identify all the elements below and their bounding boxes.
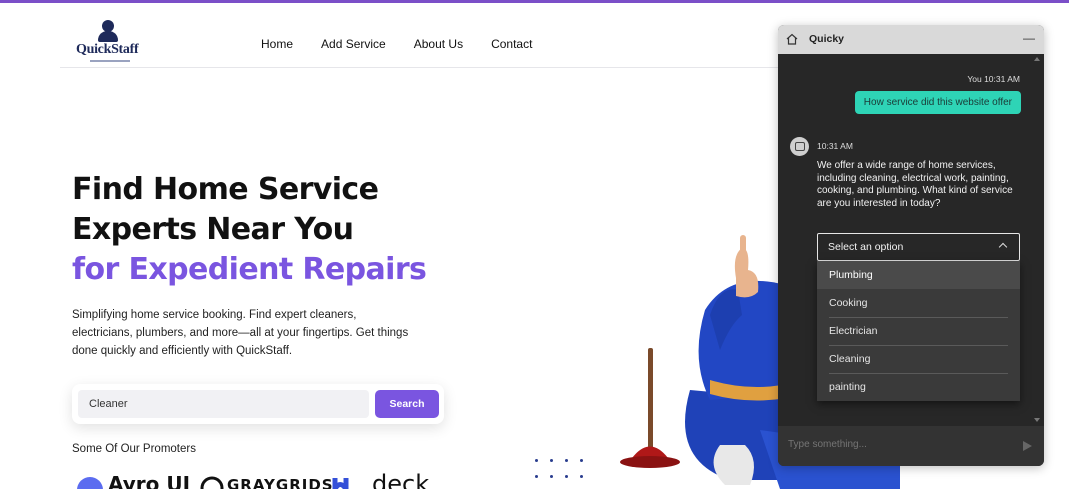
option-electrician[interactable]: Electrician: [817, 317, 1020, 345]
nav-add-service[interactable]: Add Service: [321, 37, 386, 51]
option-cooking[interactable]: Cooking: [817, 289, 1020, 317]
bot-avatar-icon: [790, 137, 809, 156]
header-divider: [60, 67, 780, 68]
user-message-meta: You 10:31 AM: [967, 74, 1020, 84]
minimize-button[interactable]: —: [1023, 31, 1035, 45]
hero-title: Find Home Service Experts Near You for E…: [72, 170, 427, 290]
chat-title: Quicky: [809, 33, 845, 45]
decorative-dots: [535, 459, 595, 489]
option-painting[interactable]: painting: [817, 373, 1020, 401]
send-icon[interactable]: [1023, 441, 1032, 451]
logo-person-body: [98, 31, 118, 42]
hero-title-line-1: Find Home Service: [72, 172, 379, 207]
page: QuickStaff Home Add Service About Us Con…: [0, 0, 1069, 489]
hero-description: Simplifying home service booking. Find e…: [72, 309, 409, 357]
chat-widget: Quicky — You 10:31 AM How service did th…: [778, 25, 1044, 466]
hero-title-line-2: Experts Near You: [72, 212, 354, 247]
promoter-logos: Ayro UI GRAYGRIDS deck: [76, 470, 456, 489]
chat-composer: [778, 426, 1044, 466]
chat-message-input[interactable]: [788, 439, 988, 450]
bot-message-meta: 10:31 AM: [817, 141, 853, 151]
hero-title-accent: for Expedient Repairs: [72, 252, 427, 287]
home-icon[interactable]: [786, 33, 798, 45]
chevron-up-icon: [998, 242, 1008, 252]
option-cleaning[interactable]: Cleaning: [817, 345, 1020, 373]
chat-messages: You 10:31 AM How service did this websit…: [778, 54, 1044, 426]
bot-message: We offer a wide range of home services, …: [817, 160, 1013, 209]
graygrids-logo-icon: [200, 476, 224, 489]
main-nav: Home Add Service About Us Contact: [261, 37, 532, 51]
brand-name: QuickStaff: [76, 42, 139, 57]
scroll-down-arrow[interactable]: [1034, 418, 1040, 422]
service-search-bar: Search: [72, 384, 444, 424]
logo-tagline-line: [90, 60, 130, 62]
select-label: Select an option: [828, 241, 904, 253]
option-plumbing[interactable]: Plumbing: [817, 261, 1020, 289]
chat-header: Quicky —: [778, 25, 1044, 54]
deck-logo-icon: [332, 478, 349, 489]
top-accent-bar: [0, 0, 1069, 3]
ayro-logo-icon: [77, 477, 103, 489]
brand-logo[interactable]: QuickStaff: [76, 20, 146, 66]
search-input[interactable]: [78, 390, 369, 418]
service-option-select[interactable]: Select an option: [817, 233, 1020, 261]
option-dropdown-list: Plumbing Cooking Electrician Cleaning pa…: [817, 261, 1020, 401]
search-button[interactable]: Search: [375, 390, 439, 418]
scroll-up-arrow[interactable]: [1034, 57, 1040, 61]
nav-home[interactable]: Home: [261, 37, 293, 51]
nav-about[interactable]: About Us: [414, 37, 463, 51]
user-message-bubble: How service did this website offer: [854, 91, 1021, 114]
promoters-heading: Some Of Our Promoters: [72, 443, 196, 455]
nav-contact[interactable]: Contact: [491, 37, 532, 51]
